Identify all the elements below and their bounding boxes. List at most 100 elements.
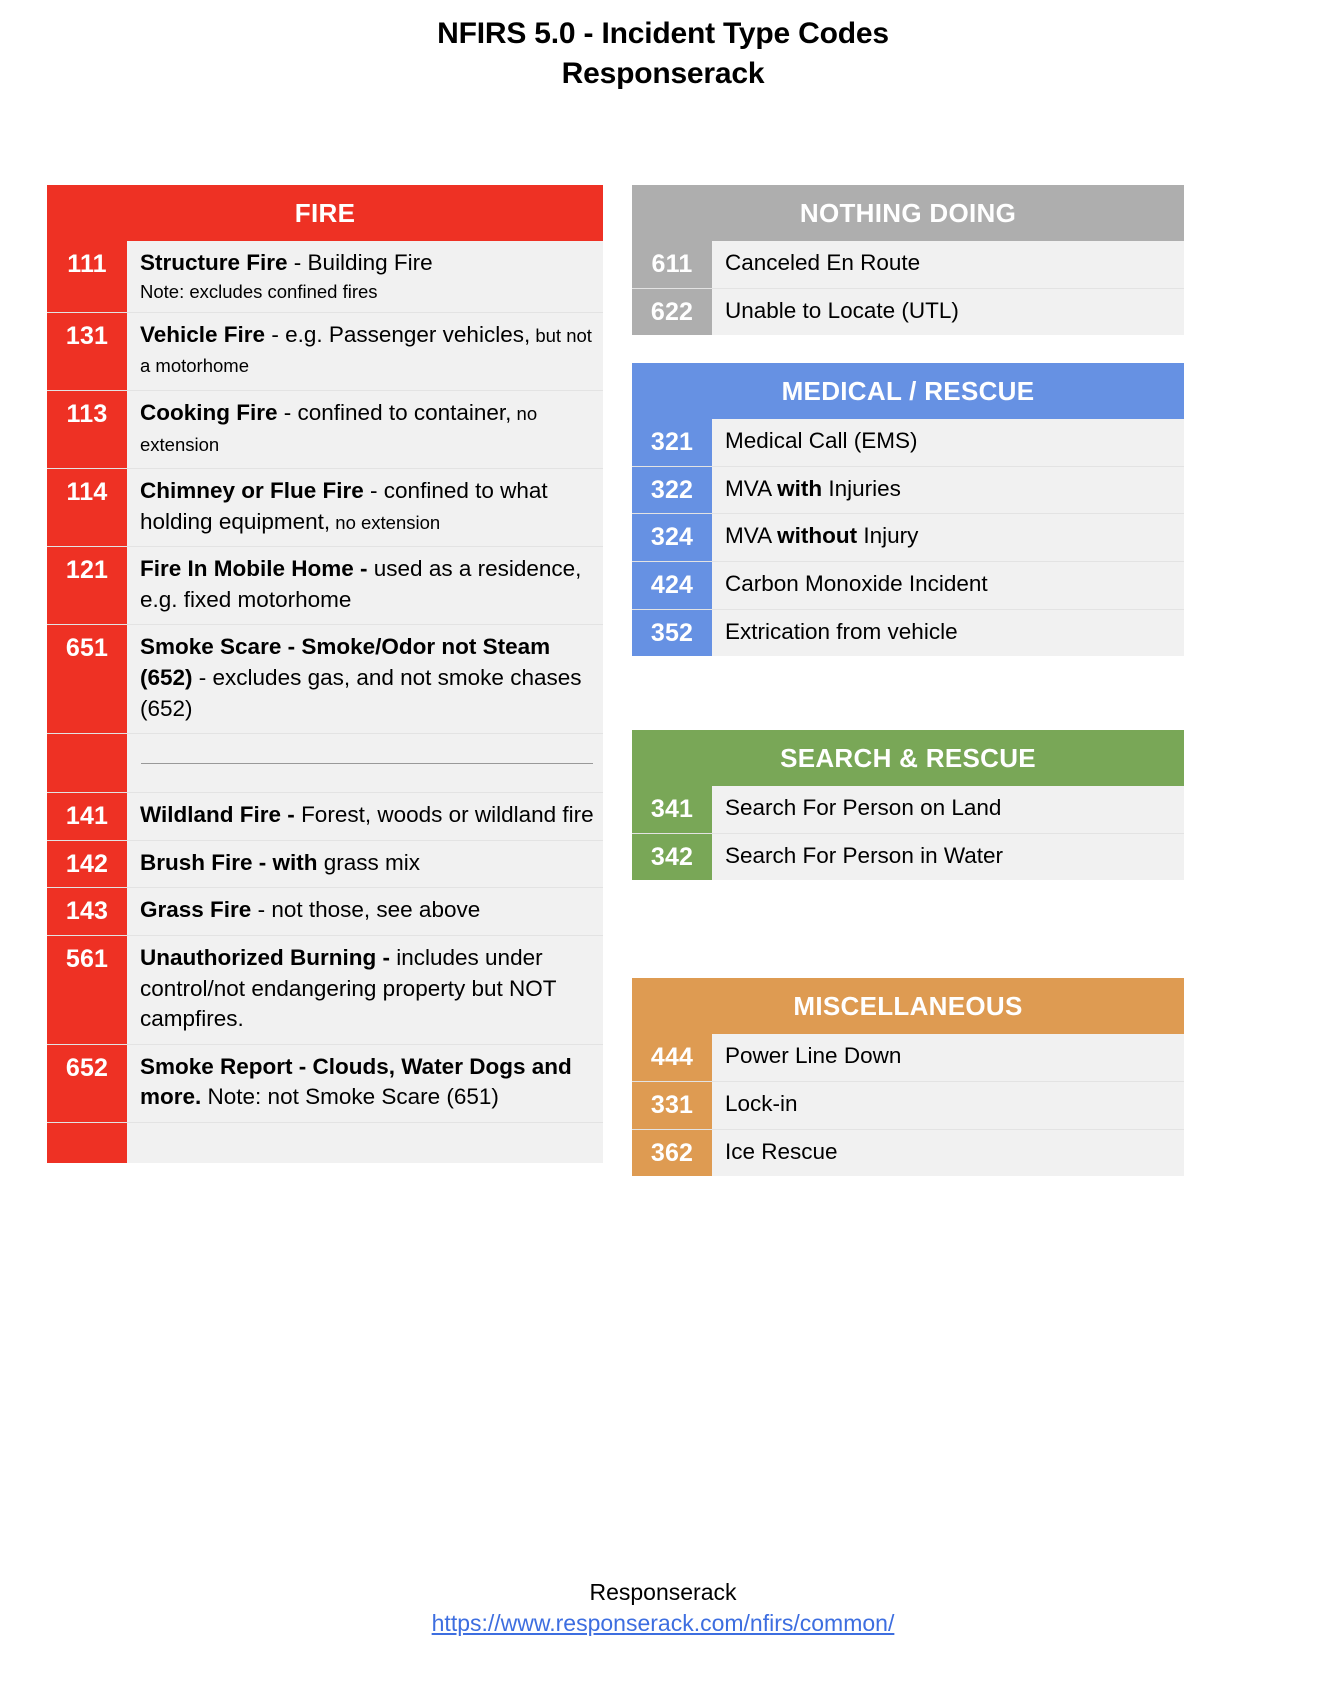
row-detail: Forest, woods or wildland fire xyxy=(294,802,594,828)
table-row: 111 Structure Fire - Building Fire Note: e… xyxy=(47,241,603,312)
row-code: 141 xyxy=(47,793,127,840)
table-row: 622 Unable to Locate (UTL) xyxy=(632,287,1184,336)
row-description: Wildland Fire - Forest, woods or wildlan… xyxy=(127,793,603,840)
right-column: NOTHING DOING 611 Canceled En Route 622 Una… xyxy=(632,185,1184,1177)
row-detail: Carbon Monoxide Incident xyxy=(725,570,988,596)
row-detail: Ice Rescue xyxy=(725,1138,838,1164)
section-miscellaneous: MISCELLANEOUS 444 Power Line Down 331 Lock-… xyxy=(632,978,1184,1177)
table-row: 611 Canceled En Route xyxy=(632,241,1184,288)
table-row: 342 Search For Person in Water xyxy=(632,832,1184,881)
row-detail: Note: not Smoke Scare (651) xyxy=(201,1084,499,1110)
row-description: Search For Person on Land xyxy=(712,786,1184,833)
page-title: NFIRS 5.0 - Incident Type Codes Response… xyxy=(0,0,1326,94)
table-row: 322 MVA with Injuries xyxy=(632,465,1184,514)
page-title-line-1: NFIRS 5.0 - Incident Type Codes xyxy=(437,17,889,50)
row-detail: - Building Fire xyxy=(287,250,433,275)
table-row: 331 Lock-in xyxy=(632,1080,1184,1129)
spacer-after-search-rescue xyxy=(632,880,1184,978)
footer: Responserack https://www.responserack.co… xyxy=(0,1578,1326,1639)
row-title: Brush Fire - with xyxy=(140,849,318,875)
table-row xyxy=(47,733,603,793)
row-code: 131 xyxy=(47,312,127,390)
table-row: 324 MVA without Injury xyxy=(632,513,1184,561)
row-code: 322 xyxy=(632,466,712,514)
row-detail: Canceled En Route xyxy=(725,250,921,275)
row-list-nothing-doing: 611 Canceled En Route 622 Unable to Locate … xyxy=(632,241,1184,336)
row-code: 341 xyxy=(632,786,712,833)
row-description: Search For Person in Water xyxy=(712,833,1184,881)
row-title: with xyxy=(777,475,823,501)
left-column: FIRE 111 Structure Fire - Building Fire No… xyxy=(47,185,603,1163)
row-text-prefix: MVA xyxy=(725,523,778,549)
section-fire: FIRE 111 Structure Fire - Building Fire No… xyxy=(47,185,603,1163)
row-description: Grass Fire - not those, see above xyxy=(127,888,603,936)
row-code: 561 xyxy=(47,936,127,1044)
row-detail: Extrication from vehicle xyxy=(725,618,958,644)
row-detail: Injury xyxy=(857,523,919,549)
row-description: Unauthorized Burning - includes under co… xyxy=(127,936,603,1044)
row-list-search-rescue: 341 Search For Person on Land 342 Search Fo… xyxy=(632,786,1184,881)
row-code: 143 xyxy=(47,888,127,936)
group-divider xyxy=(141,763,593,765)
row-title: Vehicle Fire xyxy=(140,321,266,347)
row-title: Fire In Mobile Home - xyxy=(140,556,368,582)
row-code: 352 xyxy=(632,609,712,657)
row-description: Medical Call (EMS) xyxy=(712,419,1184,466)
section-header-nothing-doing: NOTHING DOING xyxy=(632,185,1184,241)
footer-url-link[interactable]: https://www.responserack.com/nfirs/commo… xyxy=(432,1608,895,1639)
page-title-line-2: Responserack xyxy=(561,56,765,90)
row-detail: - not those, see above xyxy=(251,897,481,923)
table-row: 131 Vehicle Fire - e.g. Passenger vehicle… xyxy=(47,311,603,390)
row-detail: Search For Person in Water xyxy=(725,842,1004,868)
section-medical-rescue: MEDICAL / RESCUE 321 Medical Call (EMS) 32… xyxy=(632,363,1184,657)
row-code xyxy=(47,734,127,793)
row-code: 114 xyxy=(47,469,127,547)
row-code: 424 xyxy=(632,561,712,609)
spacer-after-nothing-doing xyxy=(632,335,1184,363)
row-code xyxy=(47,1123,127,1163)
table-row: 651 Smoke Scare - Smoke/Odor not Steam (6… xyxy=(47,624,603,734)
row-note: Note: excludes confined fires xyxy=(140,280,378,302)
table-row: 114 Chimney or Flue Fire - confined to wh… xyxy=(47,468,603,547)
row-code: 652 xyxy=(47,1044,127,1122)
row-description: Fire In Mobile Home - used as a residenc… xyxy=(127,547,603,625)
row-code: 362 xyxy=(632,1129,712,1177)
row-detail: Power Line Down xyxy=(725,1043,902,1069)
section-nothing-doing: NOTHING DOING 611 Canceled En Route 622 Una… xyxy=(632,185,1184,336)
row-code: 113 xyxy=(47,390,127,469)
row-detail: grass mix xyxy=(317,849,421,875)
row-list-miscellaneous: 444 Power Line Down 331 Lock-in 362 Ice Rescu… xyxy=(632,1034,1184,1177)
table-row: 444 Power Line Down xyxy=(632,1034,1184,1081)
table-row: 321 Medical Call (EMS) xyxy=(632,419,1184,466)
row-description xyxy=(127,734,603,793)
row-code: 611 xyxy=(632,241,712,288)
row-title: Wildland Fire - xyxy=(140,802,295,828)
row-description: Carbon Monoxide Incident xyxy=(712,561,1184,609)
row-detail: - e.g. Passenger vehicles, xyxy=(265,321,531,347)
row-description: Smoke Report - Clouds, Water Dogs and mo… xyxy=(127,1044,603,1122)
row-code: 321 xyxy=(632,419,712,466)
row-code: 324 xyxy=(632,514,712,561)
row-description: Brush Fire - with grass mix xyxy=(127,840,603,888)
row-detail: - confined to container, xyxy=(277,399,512,425)
row-list-medical-rescue: 321 Medical Call (EMS) 322 MVA with Injurie… xyxy=(632,419,1184,657)
spacer-after-medical-rescue xyxy=(632,656,1184,730)
row-description: Vehicle Fire - e.g. Passenger vehicles, … xyxy=(127,312,603,390)
row-description: Ice Rescue xyxy=(712,1129,1184,1177)
table-row: 341 Search For Person on Land xyxy=(632,786,1184,833)
table-row: 121 Fire In Mobile Home - used as a resid… xyxy=(47,546,603,625)
row-description: Smoke Scare - Smoke/Odor not Steam (652)… xyxy=(127,625,603,734)
row-description: Unable to Locate (UTL) xyxy=(712,288,1184,336)
section-header-search-rescue: SEARCH & RESCUE xyxy=(632,730,1184,787)
row-detail: Lock-in xyxy=(725,1090,798,1116)
row-description: MVA with Injuries xyxy=(712,466,1184,514)
row-code: 142 xyxy=(47,840,127,888)
section-search-rescue: SEARCH & RESCUE 341 Search For Person on … xyxy=(632,730,1184,881)
row-description: Chimney or Flue Fire - confined to what … xyxy=(127,469,603,547)
row-detail: Medical Call (EMS) xyxy=(725,428,918,454)
row-qualifier: no extension xyxy=(330,511,441,533)
row-description xyxy=(127,1123,603,1163)
row-code: 444 xyxy=(632,1034,712,1081)
row-title: Structure Fire xyxy=(140,250,288,275)
row-description: Lock-in xyxy=(712,1081,1184,1129)
